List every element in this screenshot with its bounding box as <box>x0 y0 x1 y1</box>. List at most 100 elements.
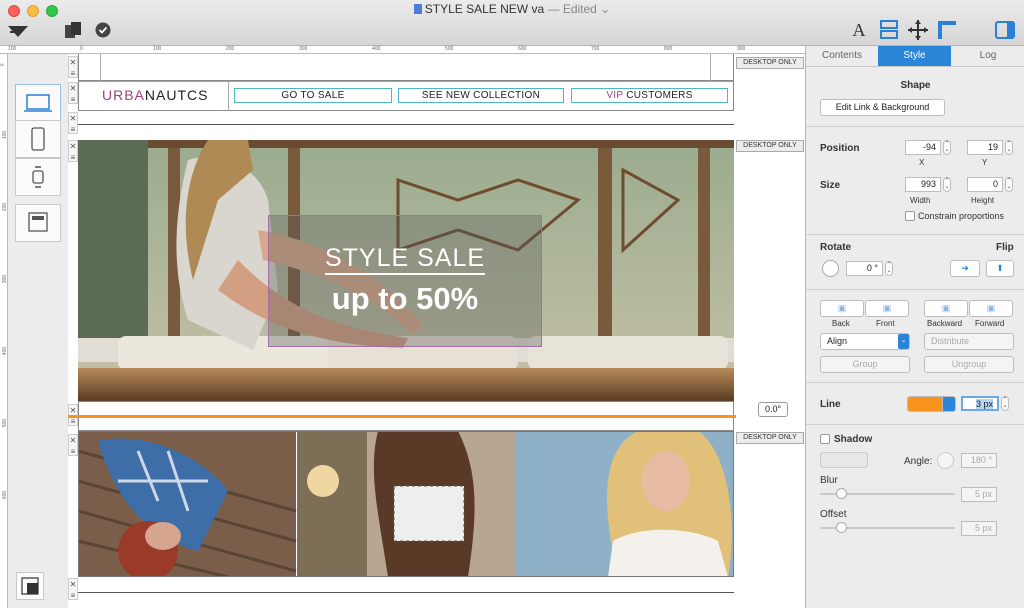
chevron-down-icon[interactable]: ⌄ <box>898 334 909 349</box>
hero-image[interactable]: STYLE SALE up to 50% <box>78 140 734 401</box>
ruler-mark: 300 <box>299 46 308 52</box>
back-button[interactable]: ▣ <box>820 300 864 317</box>
flip-vertical-button[interactable]: ⬆ <box>986 260 1014 277</box>
section-handle[interactable]: ✕ ≡ <box>68 578 78 600</box>
edit-link-background-button[interactable]: Edit Link & Background <box>820 99 945 116</box>
site-menu-icon[interactable] <box>6 22 30 40</box>
shape-section: Shape Edit Link & Background <box>806 67 1024 127</box>
y-stepper[interactable]: ⌃ ⌄ <box>1005 140 1013 155</box>
line-color-swatch[interactable] <box>907 396 943 412</box>
x-field[interactable]: -94 <box>905 140 941 155</box>
check-icon[interactable] <box>94 21 112 39</box>
group-button: Group <box>820 356 910 373</box>
section-handle[interactable]: ✕ ≡ <box>68 434 78 456</box>
rotation-badge: 0.0° <box>758 402 788 417</box>
tab-contents[interactable]: Contents <box>806 46 878 66</box>
sidebar-toggle-icon[interactable] <box>993 18 1017 42</box>
desktop-only-label: DESKTOP ONLY <box>736 140 804 152</box>
line-label: Line <box>820 399 841 410</box>
align-label: Align <box>827 336 848 346</box>
hero-title-text: STYLE SALE <box>324 244 486 275</box>
section-handle[interactable]: ✕ ≡ <box>68 56 78 78</box>
device-selector <box>8 54 68 608</box>
height-field[interactable]: 0 <box>967 177 1003 192</box>
flip-horizontal-button[interactable]: ➜ <box>950 260 980 277</box>
bring-forward-icon: ▣ <box>986 303 996 313</box>
ruler-tool-icon[interactable] <box>935 18 959 42</box>
top-strip <box>78 54 734 81</box>
horizontal-ruler: 100 0 100 200 300 400 500 600 700 800 90… <box>0 46 805 54</box>
section-handle[interactable]: ✕ ≡ <box>68 112 78 134</box>
bring-front-icon: ▣ <box>882 303 892 313</box>
rotate-section: Rotate Flip 0 ° ⌃ ⌄ ➜ ⬆ <box>806 235 1024 290</box>
line-width-stepper[interactable]: ⌃ ⌄ <box>1001 396 1009 411</box>
y-label: Y <box>982 158 988 167</box>
nav-go-to-sale[interactable]: GO TO SALE <box>234 88 392 103</box>
x-stepper[interactable]: ⌃ ⌄ <box>943 140 951 155</box>
divider <box>78 124 734 125</box>
layers-icon <box>21 577 39 595</box>
shape-title: Shape <box>900 80 931 91</box>
blur-slider <box>820 488 955 499</box>
align-dropdown[interactable]: Align <box>820 333 910 350</box>
nav-vip-customers[interactable]: VIP CUSTOMERS <box>571 88 728 103</box>
site-logo[interactable]: URBANAUTCS <box>102 87 208 103</box>
width-field[interactable]: 993 <box>905 177 941 192</box>
shadow-label: Shadow <box>834 434 873 445</box>
vertical-ruler: 0 100 200 300 400 500 600 <box>0 54 8 608</box>
backward-button[interactable]: ▣ <box>924 300 968 317</box>
line-width-field[interactable]: 3 px <box>961 396 999 411</box>
layout-tool-icon[interactable] <box>877 18 901 42</box>
size-label: Size <box>820 180 841 191</box>
phone-icon <box>31 127 45 151</box>
section-handle[interactable]: ✕ ≡ <box>68 140 78 162</box>
shadow-section: Shadow Angle: 180 ° Blur 5 px Offset 5 p… <box>806 425 1024 550</box>
strip-outline <box>78 431 734 577</box>
text-tool-icon[interactable]: A <box>849 20 869 40</box>
move-tool-icon[interactable] <box>906 18 930 42</box>
phone-device-button[interactable] <box>15 120 61 158</box>
height-stepper[interactable]: ⌃ ⌄ <box>1005 177 1013 192</box>
tablet-device-button[interactable] <box>15 204 61 242</box>
publish-icon[interactable] <box>62 20 84 40</box>
section-handle[interactable]: ✕ ≡ <box>68 82 78 104</box>
laptop-icon <box>24 94 52 112</box>
rotate-field[interactable]: 0 ° <box>846 261 883 276</box>
constrain-checkbox[interactable] <box>905 211 915 221</box>
nav-vip-part: VIP <box>606 90 624 101</box>
front-button[interactable]: ▣ <box>865 300 909 317</box>
arrow-up-icon: ⬆ <box>996 263 1004 273</box>
tab-style[interactable]: Style <box>878 46 951 66</box>
ruler-mark: 0 <box>0 64 5 67</box>
ruler-mark: 200 <box>226 46 235 52</box>
inspector-panel: Contents Style Log Shape Edit Link & Bac… <box>805 46 1024 608</box>
constrain-label: Constrain proportions <box>918 211 1005 221</box>
guide-line <box>100 54 101 81</box>
tab-log[interactable]: Log <box>951 46 1024 66</box>
selected-orange-line[interactable] <box>68 415 736 418</box>
rotate-stepper[interactable]: ⌃ ⌄ <box>885 261 893 276</box>
layers-panel-button[interactable] <box>16 572 44 600</box>
distribute-dropdown: Distribute <box>924 333 1014 350</box>
rotate-label: Rotate <box>820 242 852 253</box>
design-canvas[interactable]: ✕ ≡ ✕ ≡ ✕ ≡ ✕ ≡ ✕ ≡ ✕ ≡ ✕ ≡ URBANAUTCS GO TO SA… <box>68 54 805 608</box>
ruler-mark: 500 <box>445 46 454 52</box>
line-section-panel: Line 3 px ⌃ ⌄ <box>806 383 1024 425</box>
width-stepper[interactable]: ⌃ ⌄ <box>943 177 951 192</box>
shadow-checkbox[interactable] <box>820 434 830 444</box>
divider <box>78 592 734 593</box>
geometry-section: Position -94 ⌃ ⌄ X 19 ⌃ ⌄ Y Size 993 ⌃ ⌄ Wi… <box>806 127 1024 235</box>
watch-device-button[interactable] <box>15 158 61 196</box>
nav-see-new-collection[interactable]: SEE NEW COLLECTION <box>398 88 564 103</box>
browser-window-icon <box>28 212 48 232</box>
send-back-icon: ▣ <box>837 303 847 313</box>
y-field[interactable]: 19 <box>967 140 1003 155</box>
rotate-dial[interactable] <box>822 260 839 277</box>
color-picker-icon[interactable] <box>942 396 956 412</box>
ruler-mark: 900 <box>737 46 746 52</box>
blur-slider-knob <box>836 488 847 499</box>
flip-label: Flip <box>996 242 1014 253</box>
forward-button[interactable]: ▣ <box>969 300 1013 317</box>
desktop-device-button[interactable] <box>15 84 61 122</box>
edited-status: — Edited ⌄ <box>547 2 611 16</box>
